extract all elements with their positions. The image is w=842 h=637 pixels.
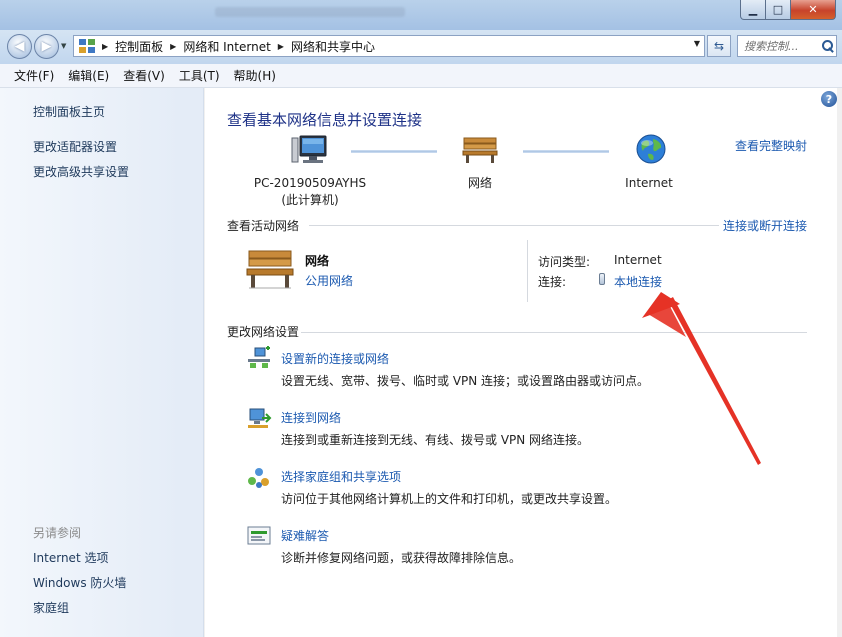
menu-view[interactable]: 查看(V) (116, 67, 172, 84)
see-also-heading: 另请参阅 (33, 526, 82, 540)
troubleshoot-icon (247, 526, 271, 545)
search-box[interactable] (737, 35, 837, 57)
homegroup-icon (248, 468, 269, 488)
blurred-window-title (215, 7, 405, 17)
breadcrumb-separator-icon[interactable]: ▶ (278, 42, 284, 51)
connect-disconnect-link[interactable]: 连接或断开连接 (723, 217, 807, 234)
main-content: ? 查看基本网络信息并设置连接 查看完整映射 PC-20190509AYHS (… (205, 88, 837, 637)
computer-icon[interactable] (290, 134, 330, 168)
search-input[interactable] (744, 39, 820, 53)
menu-file[interactable]: 文件(F) (7, 67, 61, 84)
computer-name: PC-20190509AYHS (253, 176, 367, 190)
sidebar-link-adapter-settings[interactable]: 更改适配器设置 (33, 138, 117, 155)
maximize-button[interactable]: □ (765, 0, 791, 20)
task-setup-connection-link[interactable]: 设置新的连接或网络 (281, 350, 389, 367)
task-troubleshoot-desc: 诊断并修复网络问题，或获得故障排除信息。 (281, 551, 522, 565)
menu-edit[interactable]: 编辑(E) (61, 67, 116, 84)
view-full-map-link[interactable]: 查看完整映射 (735, 137, 807, 154)
access-type-label: 访问类型: (538, 255, 591, 269)
control-panel-icon (79, 39, 95, 53)
breadcrumb-separator-icon[interactable]: ▶ (102, 42, 108, 51)
network-bench-icon[interactable] (462, 136, 498, 164)
local-connection-link[interactable]: 本地连接 (614, 273, 662, 290)
active-networks-heading: 查看活动网络 (227, 219, 300, 233)
recent-pages-dropdown-icon[interactable]: ▼ (61, 42, 66, 50)
network-type-link[interactable]: 公用网络 (305, 272, 353, 289)
network-bench-icon (246, 250, 294, 289)
menu-bar: 文件(F) 编辑(E) 查看(V) 工具(T) 帮助(H) (0, 64, 842, 88)
section-divider (301, 332, 807, 333)
menu-help[interactable]: 帮助(H) (227, 67, 283, 84)
internet-globe-icon[interactable] (635, 133, 667, 165)
help-icon[interactable]: ? (821, 91, 837, 107)
computer-sublabel: (此计算机) (281, 193, 339, 207)
task-homegroup-link[interactable]: 选择家庭组和共享选项 (281, 468, 401, 485)
breadcrumb-network-sharing-center[interactable]: 网络和共享中心 (291, 38, 375, 55)
title-bar: ▁ □ ✕ (0, 0, 842, 30)
vertical-divider (527, 240, 528, 302)
sidebar-link-control-panel-home[interactable]: 控制面板主页 (33, 103, 105, 120)
network-label: 网络 (467, 176, 492, 190)
active-network-name: 网络 (305, 254, 330, 268)
menu-tools[interactable]: 工具(T) (172, 67, 227, 84)
close-button[interactable]: ✕ (790, 0, 836, 20)
task-connect-network-link[interactable]: 连接到网络 (281, 409, 341, 426)
task-setup-connection-desc: 设置无线、宽带、拨号、临时或 VPN 连接；或设置路由器或访问点。 (281, 374, 650, 388)
sidebar-link-advanced-sharing[interactable]: 更改高级共享设置 (33, 163, 129, 180)
sidebar-link-homegroup[interactable]: 家庭组 (33, 599, 69, 616)
access-type-value: Internet (614, 253, 662, 267)
new-connection-icon (248, 346, 270, 368)
internet-label: Internet (625, 176, 673, 190)
address-dropdown-icon[interactable]: ▼ (694, 39, 700, 48)
task-pane: 控制面板主页 更改适配器设置 更改高级共享设置 另请参阅 Internet 选项… (0, 88, 204, 637)
breadcrumb-control-panel[interactable]: 控制面板 (115, 38, 163, 55)
address-toolbar: ◀ ▶ ▼ ▶ 控制面板 ▶ 网络和 Internet ▶ 网络和共享中心 ▼ … (0, 30, 842, 64)
computer-label: PC-20190509AYHS (此计算机) (243, 175, 377, 209)
forward-button[interactable]: ▶ (34, 34, 59, 59)
refresh-button[interactable]: ⇆ (707, 35, 731, 57)
back-button[interactable]: ◀ (7, 34, 32, 59)
sidebar-link-internet-options[interactable]: Internet 选项 (33, 549, 108, 566)
breadcrumb-network-internet[interactable]: 网络和 Internet (183, 38, 270, 55)
task-troubleshoot-link[interactable]: 疑难解答 (281, 527, 329, 544)
refresh-icon: ⇆ (713, 39, 725, 53)
address-field[interactable]: ▶ 控制面板 ▶ 网络和 Internet ▶ 网络和共享中心 ▼ (73, 35, 705, 57)
page-title: 查看基本网络信息并设置连接 (227, 111, 423, 129)
sidebar-link-windows-firewall[interactable]: Windows 防火墙 (33, 574, 126, 591)
ethernet-plug-icon (599, 273, 605, 285)
connection-label: 连接: (538, 275, 567, 289)
breadcrumb-separator-icon[interactable]: ▶ (170, 42, 176, 51)
section-divider (309, 225, 719, 226)
map-connector-line (351, 150, 437, 153)
connect-network-icon (248, 408, 272, 428)
map-connector-line (523, 150, 609, 153)
change-settings-heading: 更改网络设置 (227, 325, 300, 339)
minimize-button[interactable]: ▁ (740, 0, 766, 20)
task-homegroup-desc: 访问位于其他网络计算机上的文件和打印机，或更改共享设置。 (281, 492, 618, 506)
task-connect-network-desc: 连接到或重新连接到无线、有线、拨号或 VPN 网络连接。 (281, 433, 590, 447)
search-icon[interactable] (822, 40, 834, 52)
